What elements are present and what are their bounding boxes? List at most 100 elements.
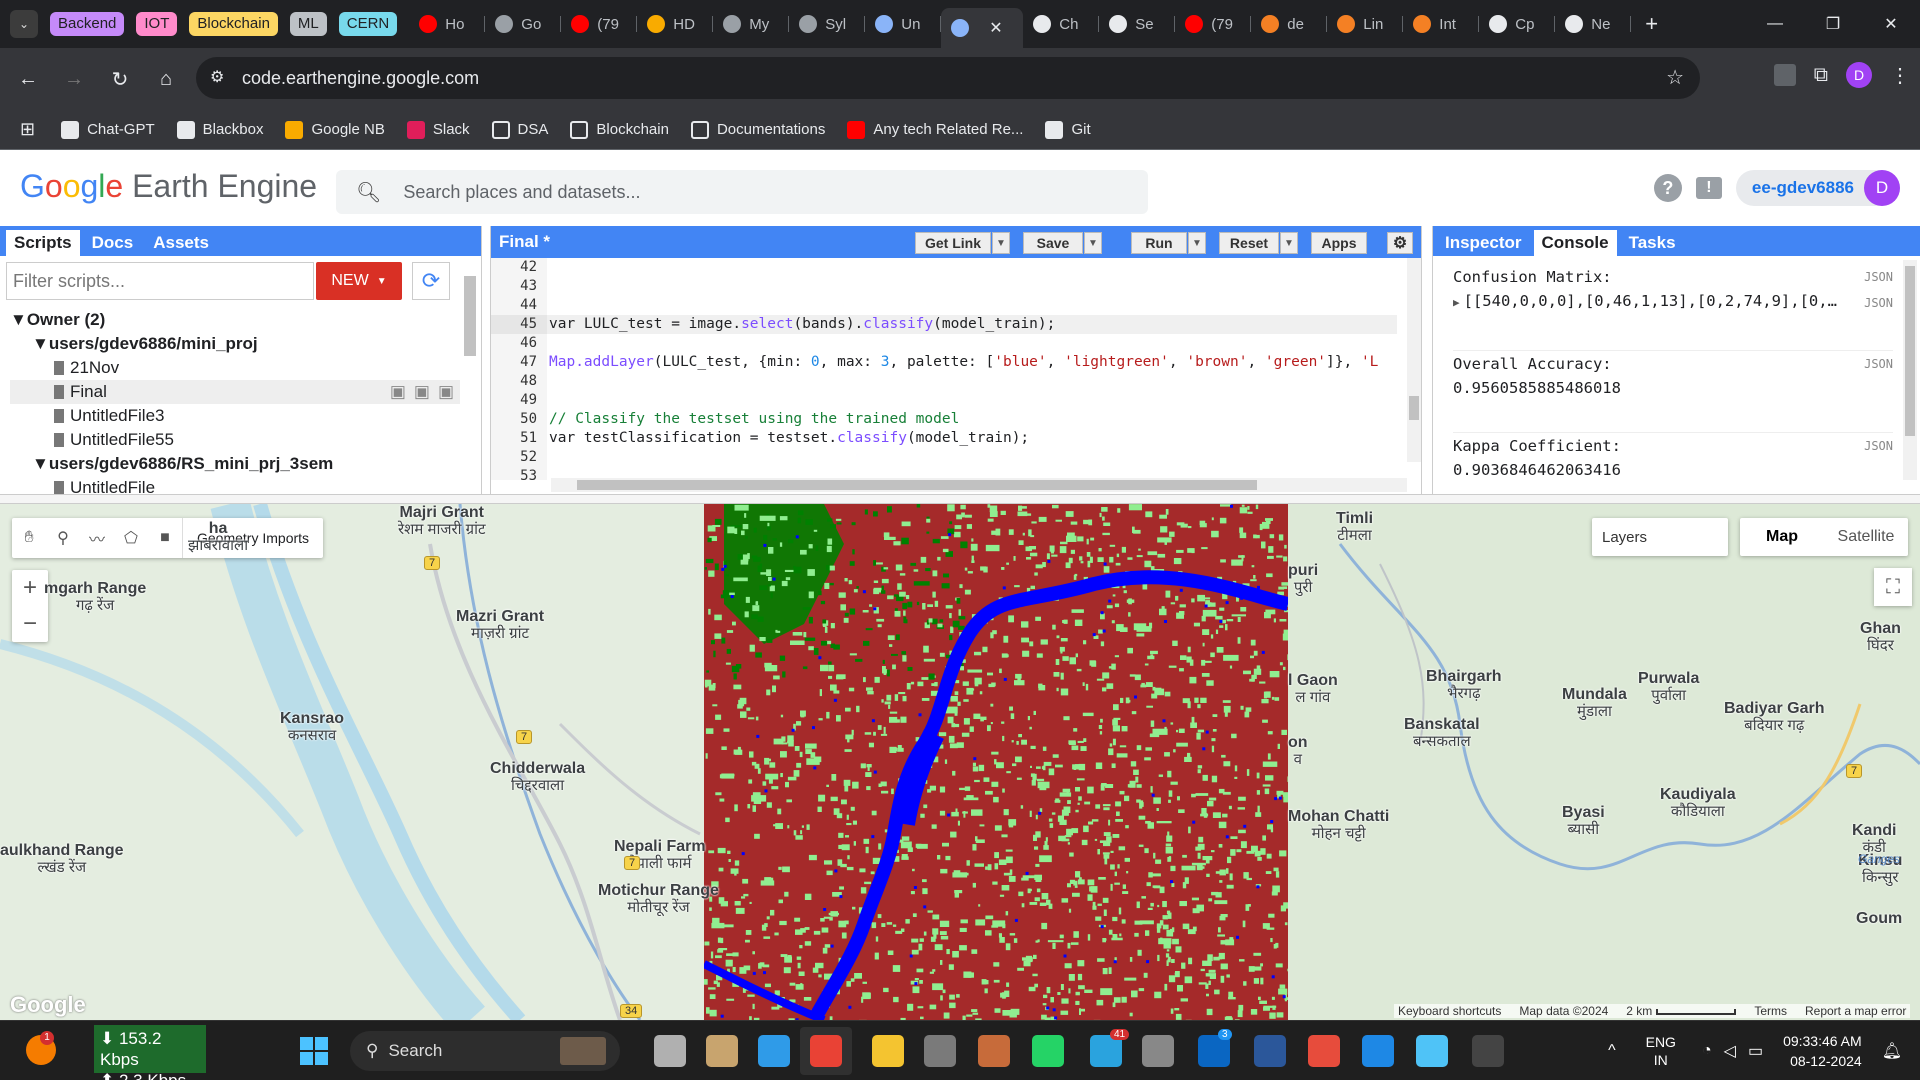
polygon-icon[interactable]: ⬠ (114, 518, 148, 558)
browser-tab[interactable]: Un (865, 0, 941, 48)
minimize-icon[interactable]: — (1746, 0, 1804, 48)
battery-icon[interactable]: ▭ (1748, 1041, 1763, 1061)
site-info-icon[interactable]: ⚙ (210, 67, 224, 87)
apps-button[interactable]: Apps (1311, 232, 1367, 254)
chrome-icon[interactable] (810, 1035, 842, 1067)
script-file[interactable]: Final▣▣▣ (10, 380, 460, 404)
tab-group-backend[interactable]: Backend (50, 12, 124, 36)
script-folder[interactable]: ▼ Owner (2) (10, 308, 460, 332)
map-type-satellite[interactable]: Satellite (1824, 518, 1908, 556)
notepad-icon[interactable] (1416, 1035, 1448, 1067)
volume-icon[interactable]: ◁ (1724, 1041, 1736, 1061)
close-window-icon[interactable]: ✕ (1862, 0, 1920, 48)
browser-tab[interactable]: Lin (1327, 0, 1403, 48)
editor-vscroll-thumb[interactable] (1409, 396, 1419, 420)
browser-tab[interactable]: Ne (1555, 0, 1631, 48)
zoom-in-icon[interactable]: + (12, 570, 48, 606)
browser-tab[interactable]: Int (1403, 0, 1479, 48)
tab-docs[interactable]: Docs (84, 230, 142, 256)
code-area[interactable]: var LULC_test = image.select(bands).clas… (547, 258, 1397, 480)
get-link-dropdown-icon[interactable]: ▼ (992, 232, 1010, 254)
browser-tab[interactable]: de (1251, 0, 1327, 48)
photos-icon[interactable] (978, 1035, 1010, 1067)
tray-overflow-icon[interactable]: ^ (1608, 1042, 1616, 1060)
feedback-icon[interactable]: ! (1696, 177, 1722, 199)
bookmark-item[interactable]: Git (1045, 121, 1090, 139)
calculator-icon[interactable] (924, 1035, 956, 1067)
script-folder[interactable]: ▼ users/gdev6886/mini_proj (10, 332, 460, 356)
marker-icon[interactable]: ⚲ (46, 518, 80, 558)
tab-tasks[interactable]: Tasks (1621, 230, 1684, 256)
delete-icon[interactable]: ▣ (438, 382, 454, 401)
panel-resize-handle[interactable] (0, 494, 1920, 504)
map-view[interactable]: ✋︎ ⚲ 〰 ⬠ ■ Geometry Imports + − Layers M… (0, 504, 1920, 1020)
history-icon[interactable]: ▣ (390, 382, 406, 401)
browser-tab[interactable]: Cp (1479, 0, 1555, 48)
layers-button[interactable]: Layers (1592, 518, 1728, 556)
app-icon[interactable] (706, 1035, 738, 1067)
tab-search-icon[interactable]: ⌄ (10, 10, 38, 38)
restore-icon[interactable]: ❐ (1804, 0, 1862, 48)
expand-arrow-icon[interactable]: ▶ (1453, 296, 1460, 309)
dataset-search[interactable]: 🔍︎ Search places and datasets... (336, 170, 1148, 214)
filter-scripts-input[interactable]: Filter scripts... (6, 262, 314, 300)
get-link-button[interactable]: Get Link▼ (915, 232, 991, 254)
vscode-icon[interactable] (1362, 1035, 1394, 1067)
notification-bell-icon[interactable]: 🔔︎ (1882, 1041, 1902, 1061)
bookmark-item[interactable]: DSA (492, 121, 549, 139)
bookmark-item[interactable]: Slack (407, 121, 470, 139)
forward-icon[interactable]: → (56, 61, 92, 97)
editor-vertical-scrollbar[interactable] (1407, 258, 1421, 462)
browser-tab[interactable]: (79 (1175, 0, 1251, 48)
terminal-icon[interactable] (1472, 1035, 1504, 1067)
tab-console[interactable]: Console (1534, 230, 1617, 256)
fullscreen-icon[interactable]: ⛶ (1874, 568, 1912, 606)
settings-gear-icon[interactable]: ⚙ (1387, 232, 1413, 254)
browser-menu-icon[interactable]: ⋮ (1890, 63, 1910, 88)
browser-tab[interactable]: ✕ (941, 8, 1023, 48)
expand-arrow-icon[interactable]: ▼ (10, 310, 27, 330)
file-explorer-multi-icon[interactable] (654, 1035, 686, 1067)
tab-group-cern[interactable]: CERN (339, 12, 398, 36)
browser-tab[interactable]: My (713, 0, 789, 48)
map-type-map[interactable]: Map (1740, 518, 1824, 556)
console-scroll-thumb[interactable] (1905, 266, 1915, 436)
earth-engine-logo[interactable]: Google Earth Engine (20, 168, 317, 205)
bookmark-item[interactable]: Blackbox (177, 121, 264, 139)
windows-start-icon[interactable] (300, 1037, 328, 1065)
json-link[interactable]: JSON (1864, 439, 1893, 453)
edge-icon[interactable] (758, 1035, 790, 1067)
bookmark-item[interactable]: Google NB (285, 121, 384, 139)
report-error-link[interactable]: Report a map error (1805, 1004, 1906, 1018)
terms-link[interactable]: Terms (1754, 1004, 1787, 1018)
close-tab-icon[interactable]: ✕ (989, 18, 1002, 38)
json-link[interactable]: JSON (1864, 296, 1893, 310)
bookmark-item[interactable]: Documentations (691, 121, 825, 139)
scripts-scrollbar[interactable] (464, 276, 476, 356)
script-folder[interactable]: ▼ users/gdev6886/RS_mini_prj_3sem (10, 452, 460, 476)
tab-assets[interactable]: Assets (145, 230, 217, 256)
reload-icon[interactable]: ↻ (102, 61, 138, 97)
tab-scripts[interactable]: Scripts (6, 230, 80, 256)
editor-hscroll-thumb[interactable] (577, 480, 1257, 490)
json-link[interactable]: JSON (1864, 270, 1893, 284)
reset-button[interactable]: Reset▼ (1219, 232, 1279, 254)
tab-inspector[interactable]: Inspector (1437, 230, 1530, 256)
new-tab-button[interactable]: + (1645, 11, 1658, 37)
profile-avatar[interactable]: D (1846, 62, 1872, 88)
script-file[interactable]: 21Nov (10, 356, 460, 380)
pan-hand-icon[interactable]: ✋︎ (12, 518, 46, 558)
home-icon[interactable]: ⌂ (148, 61, 184, 97)
office-icon[interactable] (1308, 1035, 1340, 1067)
language-indicator[interactable]: ENG IN (1646, 1033, 1676, 1069)
save-dropdown-icon[interactable]: ▼ (1084, 232, 1102, 254)
zoom-out-icon[interactable]: − (12, 606, 48, 642)
google-map-logo[interactable]: Google (10, 992, 86, 1018)
word-icon[interactable] (1254, 1035, 1286, 1067)
bookmark-item[interactable]: Chat-GPT (61, 121, 155, 139)
save-button[interactable]: Save▼ (1023, 232, 1083, 254)
json-link[interactable]: JSON (1864, 357, 1893, 371)
browser-tab[interactable]: (79 (561, 0, 637, 48)
reset-dropdown-icon[interactable]: ▼ (1280, 232, 1298, 254)
terminal-app-icon[interactable] (1142, 1035, 1174, 1067)
